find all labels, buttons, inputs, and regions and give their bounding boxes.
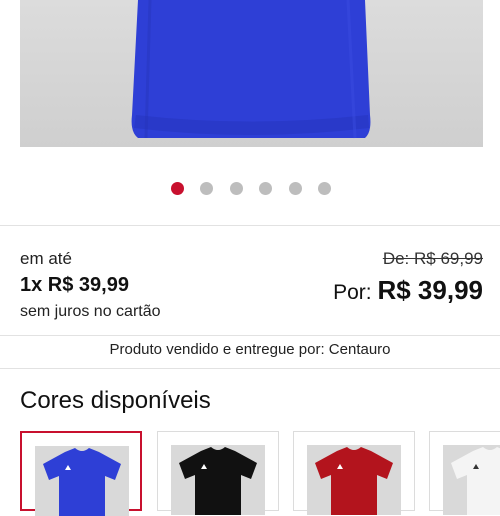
new-price-label: Por: bbox=[333, 281, 372, 304]
divider bbox=[0, 368, 500, 369]
product-image[interactable] bbox=[20, 0, 483, 147]
color-option-preto[interactable] bbox=[157, 431, 279, 515]
no-interest-note: sem juros no cartão bbox=[20, 303, 161, 320]
gallery-dot-2[interactable] bbox=[200, 182, 213, 195]
gallery-dot-5[interactable] bbox=[289, 182, 302, 195]
gallery-pagination bbox=[0, 182, 500, 196]
new-price: Por: R$ 39,99 bbox=[333, 275, 483, 306]
color-option-branco[interactable] bbox=[429, 431, 500, 515]
new-price-amount: R$ 39,99 bbox=[377, 275, 483, 305]
divider bbox=[0, 225, 500, 226]
colors-title: Cores disponíveis bbox=[20, 387, 211, 414]
shirt-thumbnail bbox=[307, 445, 401, 515]
divider bbox=[0, 335, 500, 336]
gallery-dot-6[interactable] bbox=[318, 182, 331, 195]
shirt-image bbox=[131, 0, 371, 139]
shirt-thumbnail bbox=[171, 445, 265, 515]
shirt-thumbnail bbox=[35, 446, 129, 516]
gallery-dot-3[interactable] bbox=[230, 182, 243, 195]
installments-prefix: em até bbox=[20, 249, 72, 268]
color-option-vermelho[interactable] bbox=[293, 431, 415, 515]
gallery-dot-4[interactable] bbox=[259, 182, 272, 195]
shirt-thumbnail bbox=[443, 445, 500, 515]
installments-value: 1x R$ 39,99 bbox=[20, 274, 129, 296]
gallery-dot-1[interactable] bbox=[171, 182, 184, 195]
seller-info: Produto vendido e entregue por: Centauro bbox=[109, 341, 391, 358]
color-option-azul[interactable] bbox=[20, 431, 142, 516]
old-price: De: R$ 69,99 bbox=[382, 249, 483, 268]
